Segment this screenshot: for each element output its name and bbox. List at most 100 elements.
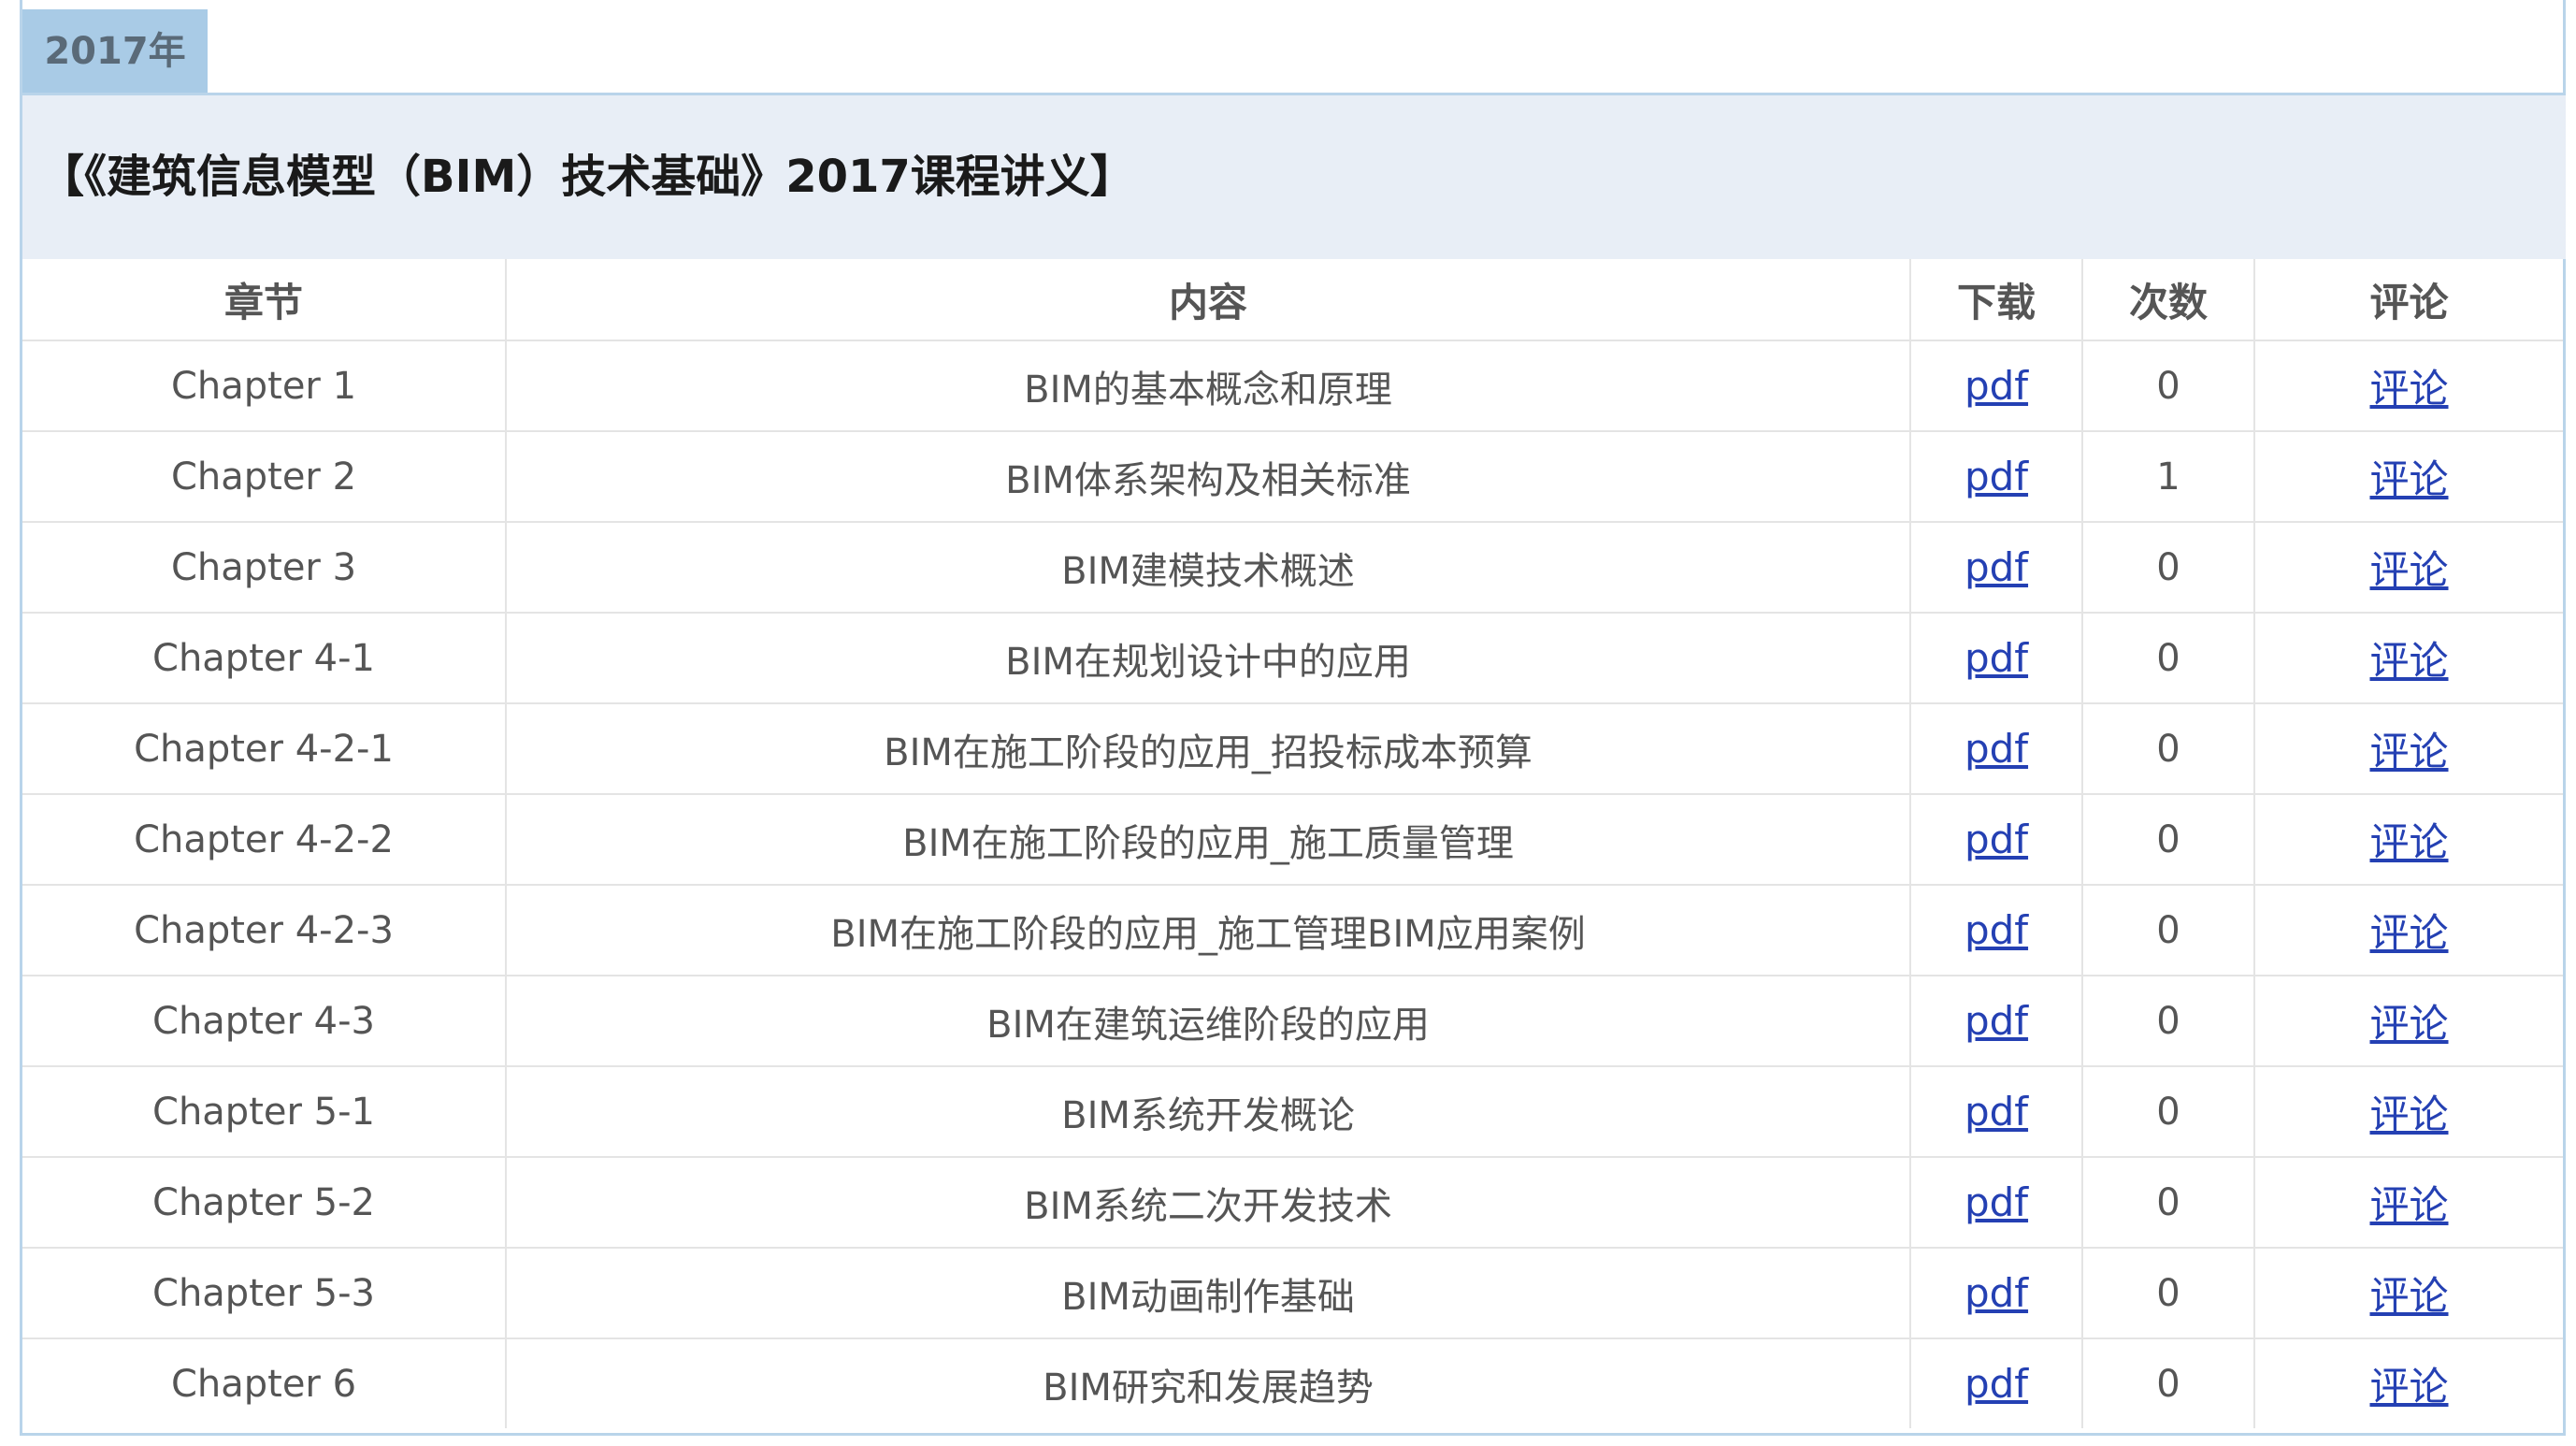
pdf-download-link[interactable]: pdf bbox=[1964, 998, 2028, 1044]
column-header-count: 次数 bbox=[2082, 259, 2255, 341]
download-count-cell: 0 bbox=[2082, 613, 2255, 704]
content-cell: BIM在建筑运维阶段的应用 bbox=[506, 976, 1911, 1067]
comment-link[interactable]: 评论 bbox=[2369, 366, 2448, 412]
chapter-cell: Chapter 4-2-3 bbox=[22, 885, 507, 976]
table-row: Chapter 4-2-2 BIM在施工阶段的应用_施工质量管理 pdf 0 评… bbox=[22, 794, 2563, 886]
pdf-download-link[interactable]: pdf bbox=[1964, 1179, 2028, 1225]
pdf-download-link[interactable]: pdf bbox=[1964, 817, 2028, 862]
table-row: Chapter 6 BIM研究和发展趋势 pdf 0 评论 bbox=[22, 1338, 2563, 1428]
pdf-download-link[interactable]: pdf bbox=[1964, 363, 2028, 409]
download-cell: pdf bbox=[1910, 1338, 2083, 1428]
year-tab[interactable]: 2017年 bbox=[22, 9, 208, 94]
download-cell: pdf bbox=[1910, 976, 2083, 1067]
chapter-cell: Chapter 5-2 bbox=[22, 1157, 507, 1249]
comment-link[interactable]: 评论 bbox=[2369, 638, 2448, 684]
download-count-cell: 1 bbox=[2082, 431, 2255, 523]
download-cell: pdf bbox=[1910, 340, 2083, 432]
content-cell: BIM的基本概念和原理 bbox=[506, 340, 1911, 432]
table-row: Chapter 3 BIM建模技术概述 pdf 0 评论 bbox=[22, 522, 2563, 614]
download-count-cell: 0 bbox=[2082, 885, 2255, 976]
comment-link[interactable]: 评论 bbox=[2369, 1182, 2448, 1228]
comment-link[interactable]: 评论 bbox=[2369, 729, 2448, 774]
table-row: Chapter 4-1 BIM在规划设计中的应用 pdf 0 评论 bbox=[22, 613, 2563, 704]
comment-link[interactable]: 评论 bbox=[2369, 910, 2448, 956]
download-count-cell: 0 bbox=[2082, 1157, 2255, 1249]
download-count-cell: 0 bbox=[2082, 1066, 2255, 1158]
download-cell: pdf bbox=[1910, 1248, 2083, 1339]
comment-cell: 评论 bbox=[2254, 1157, 2563, 1249]
comment-cell: 评论 bbox=[2254, 1338, 2563, 1428]
chapter-cell: Chapter 4-2-2 bbox=[22, 794, 507, 886]
course-panel: 2017年 【《建筑信息模型（BIM）技术基础》2017课程讲义】 章节 内容 … bbox=[20, 0, 2566, 1436]
pdf-download-link[interactable]: pdf bbox=[1964, 454, 2028, 499]
pdf-download-link[interactable]: pdf bbox=[1964, 1270, 2028, 1316]
table-row: Chapter 5-1 BIM系统开发概论 pdf 0 评论 bbox=[22, 1066, 2563, 1158]
download-cell: pdf bbox=[1910, 613, 2083, 704]
lecture-table: 章节 内容 下载 次数 评论 Chapter 1 BIM的基本概念和原理 pdf… bbox=[22, 259, 2563, 1428]
column-header-content: 内容 bbox=[506, 259, 1911, 341]
column-header-chapter: 章节 bbox=[22, 259, 507, 341]
comment-cell: 评论 bbox=[2254, 885, 2563, 976]
download-cell: pdf bbox=[1910, 1157, 2083, 1249]
pdf-download-link[interactable]: pdf bbox=[1964, 544, 2028, 590]
chapter-cell: Chapter 4-2-1 bbox=[22, 703, 507, 795]
comment-cell: 评论 bbox=[2254, 1066, 2563, 1158]
content-cell: BIM系统开发概论 bbox=[506, 1066, 1911, 1158]
table-row: Chapter 4-2-1 BIM在施工阶段的应用_招投标成本预算 pdf 0 … bbox=[22, 703, 2563, 795]
download-count-cell: 0 bbox=[2082, 976, 2255, 1067]
content-cell: BIM在施工阶段的应用_施工管理BIM应用案例 bbox=[506, 885, 1911, 976]
comment-link[interactable]: 评论 bbox=[2369, 456, 2448, 502]
chapter-cell: Chapter 6 bbox=[22, 1338, 507, 1428]
column-header-comment: 评论 bbox=[2254, 259, 2563, 341]
comment-cell: 评论 bbox=[2254, 340, 2563, 432]
table-row: Chapter 4-3 BIM在建筑运维阶段的应用 pdf 0 评论 bbox=[22, 976, 2563, 1067]
download-cell: pdf bbox=[1910, 794, 2083, 886]
content-cell: BIM在施工阶段的应用_施工质量管理 bbox=[506, 794, 1911, 886]
table-row: Chapter 5-3 BIM动画制作基础 pdf 0 评论 bbox=[22, 1248, 2563, 1339]
comment-link[interactable]: 评论 bbox=[2369, 547, 2448, 593]
comment-cell: 评论 bbox=[2254, 1248, 2563, 1339]
chapter-cell: Chapter 2 bbox=[22, 431, 507, 523]
content-cell: BIM系统二次开发技术 bbox=[506, 1157, 1911, 1249]
pdf-download-link[interactable]: pdf bbox=[1964, 1089, 2028, 1135]
pdf-download-link[interactable]: pdf bbox=[1964, 907, 2028, 953]
table-row: Chapter 5-2 BIM系统二次开发技术 pdf 0 评论 bbox=[22, 1157, 2563, 1249]
chapter-cell: Chapter 4-1 bbox=[22, 613, 507, 704]
comment-cell: 评论 bbox=[2254, 976, 2563, 1067]
comment-link[interactable]: 评论 bbox=[2369, 1364, 2448, 1410]
download-cell: pdf bbox=[1910, 431, 2083, 523]
comment-cell: 评论 bbox=[2254, 522, 2563, 614]
comment-link[interactable]: 评论 bbox=[2369, 1001, 2448, 1047]
pdf-download-link[interactable]: pdf bbox=[1964, 635, 2028, 681]
download-count-cell: 0 bbox=[2082, 1248, 2255, 1339]
content-cell: BIM在规划设计中的应用 bbox=[506, 613, 1911, 704]
comment-cell: 评论 bbox=[2254, 703, 2563, 795]
comment-link[interactable]: 评论 bbox=[2369, 1092, 2448, 1137]
comment-link[interactable]: 评论 bbox=[2369, 1273, 2448, 1319]
table-row: Chapter 2 BIM体系架构及相关标准 pdf 1 评论 bbox=[22, 431, 2563, 523]
comment-link[interactable]: 评论 bbox=[2369, 819, 2448, 865]
comment-cell: 评论 bbox=[2254, 431, 2563, 523]
content-cell: BIM建模技术概述 bbox=[506, 522, 1911, 614]
table-header-row: 章节 内容 下载 次数 评论 bbox=[22, 259, 2563, 341]
chapter-cell: Chapter 4-3 bbox=[22, 976, 507, 1067]
content-cell: BIM体系架构及相关标准 bbox=[506, 431, 1911, 523]
download-count-cell: 0 bbox=[2082, 340, 2255, 432]
download-cell: pdf bbox=[1910, 522, 2083, 614]
content-cell: BIM动画制作基础 bbox=[506, 1248, 1911, 1339]
download-cell: pdf bbox=[1910, 703, 2083, 795]
chapter-cell: Chapter 5-3 bbox=[22, 1248, 507, 1339]
chapter-cell: Chapter 1 bbox=[22, 340, 507, 432]
download-count-cell: 0 bbox=[2082, 794, 2255, 886]
content-cell: BIM研究和发展趋势 bbox=[506, 1338, 1911, 1428]
chapter-cell: Chapter 3 bbox=[22, 522, 507, 614]
comment-cell: 评论 bbox=[2254, 613, 2563, 704]
pdf-download-link[interactable]: pdf bbox=[1964, 726, 2028, 772]
content-cell: BIM在施工阶段的应用_招投标成本预算 bbox=[506, 703, 1911, 795]
pdf-download-link[interactable]: pdf bbox=[1964, 1361, 2028, 1407]
chapter-cell: Chapter 5-1 bbox=[22, 1066, 507, 1158]
course-header: 【《建筑信息模型（BIM）技术基础》2017课程讲义】 bbox=[22, 95, 2566, 259]
column-header-download: 下载 bbox=[1910, 259, 2083, 341]
course-title: 【《建筑信息模型（BIM）技术基础》2017课程讲义】 bbox=[39, 151, 1135, 203]
download-cell: pdf bbox=[1910, 885, 2083, 976]
